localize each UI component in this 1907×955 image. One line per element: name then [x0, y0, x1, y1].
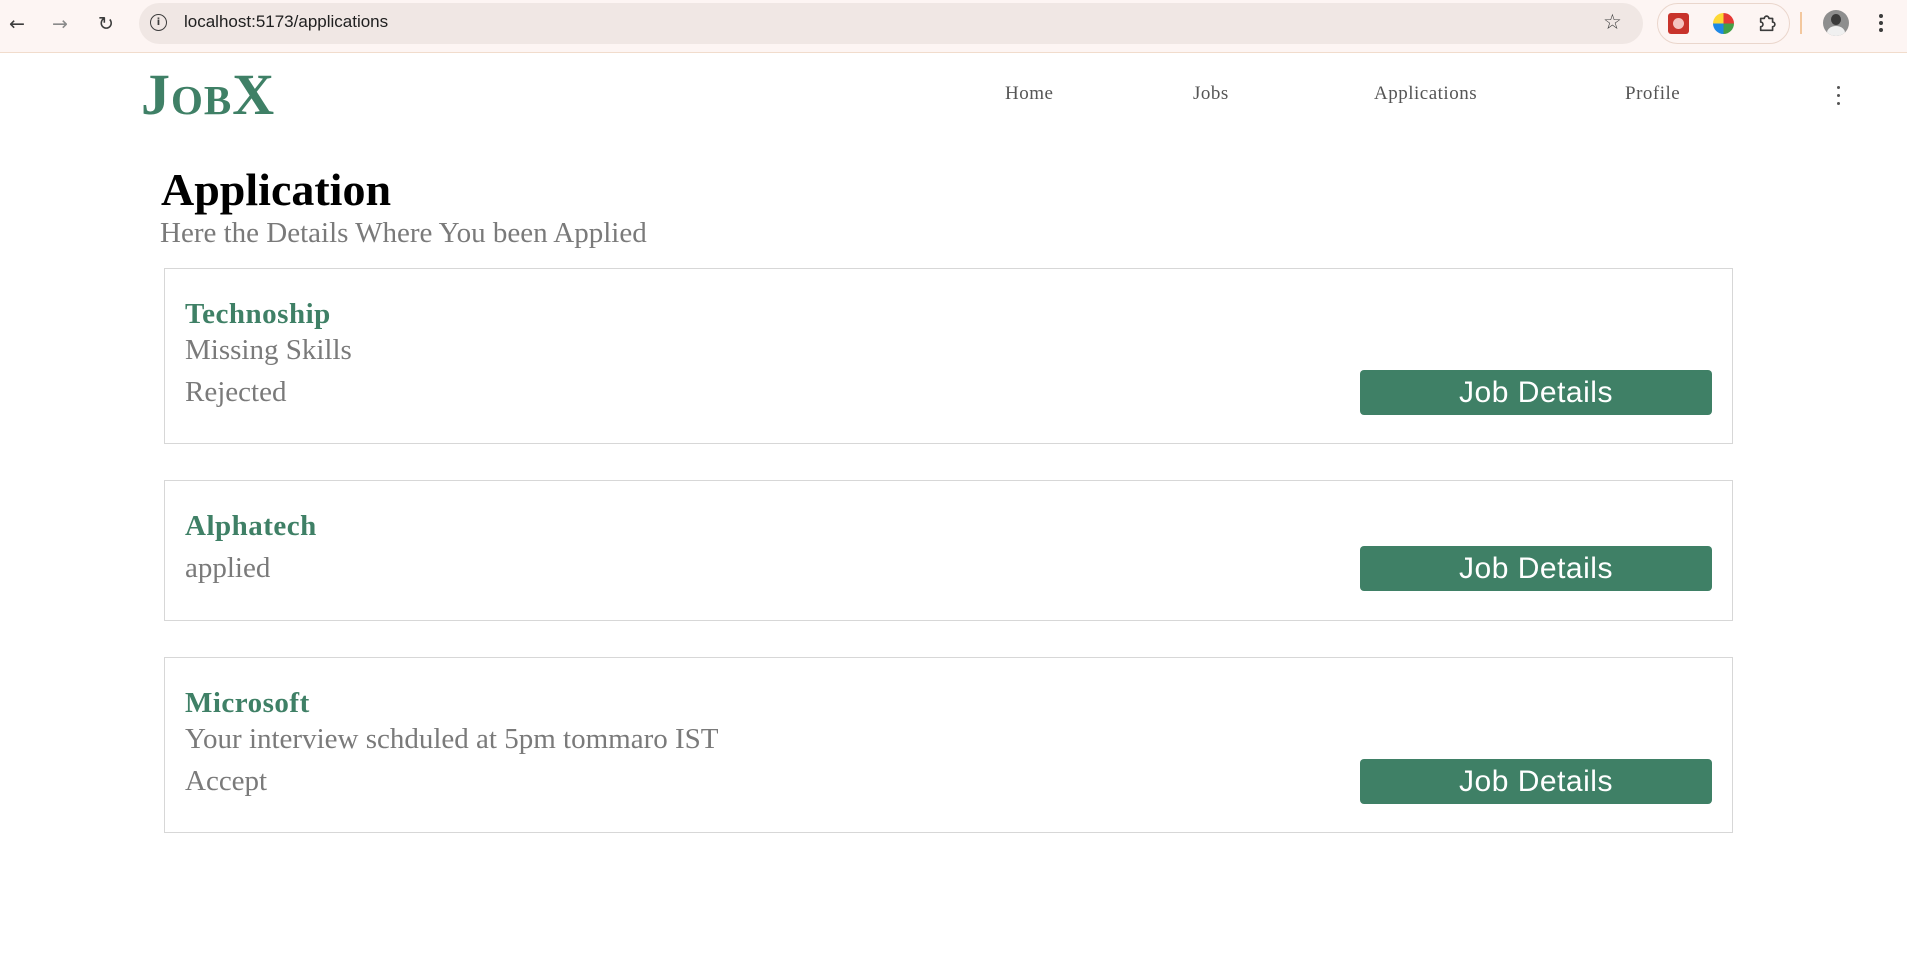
back-arrow-icon[interactable]: ←: [3, 10, 31, 38]
nav-link-profile[interactable]: Profile: [1625, 83, 1680, 105]
reload-icon[interactable]: ↻: [92, 10, 120, 38]
extension-red-icon[interactable]: [1668, 13, 1689, 34]
kebab-menu-icon[interactable]: [1872, 8, 1890, 38]
nav-link-applications[interactable]: Applications: [1374, 83, 1477, 105]
profile-avatar[interactable]: [1823, 10, 1849, 36]
job-details-button[interactable]: Job Details: [1360, 759, 1712, 804]
job-details-button[interactable]: Job Details: [1360, 370, 1712, 415]
info-icon[interactable]: i: [150, 14, 167, 31]
company-name: Technoship: [185, 298, 331, 330]
forward-arrow-icon[interactable]: →: [46, 10, 74, 38]
extension-color-wheel-icon[interactable]: [1713, 13, 1734, 34]
company-name: Alphatech: [185, 510, 317, 542]
application-card: Technoship Missing Skills Rejected Job D…: [164, 268, 1733, 444]
application-message: Missing Skills: [185, 334, 352, 366]
toolbar-divider: [1800, 12, 1802, 34]
application-status: applied: [185, 552, 271, 584]
page-subtitle: Here the Details Where You been Applied: [160, 217, 647, 249]
application-message: Your interview schduled at 5pm tommaro I…: [185, 723, 719, 755]
application-card: Microsoft Your interview schduled at 5pm…: [164, 657, 1733, 833]
company-name: Microsoft: [185, 687, 310, 719]
nav-link-home[interactable]: Home: [1005, 83, 1053, 105]
star-icon[interactable]: ☆: [1603, 10, 1622, 34]
application-card: Alphatech applied Job Details: [164, 480, 1733, 621]
nav-link-jobs[interactable]: Jobs: [1193, 83, 1229, 105]
browser-toolbar: ← → ↻ i localhost:5173/applications ☆: [0, 0, 1907, 53]
url-text[interactable]: localhost:5173/applications: [184, 12, 388, 32]
page-title: Application: [161, 164, 392, 215]
application-status: Rejected: [185, 376, 287, 408]
puzzle-icon[interactable]: [1757, 12, 1779, 34]
job-details-button[interactable]: Job Details: [1360, 546, 1712, 591]
application-status: Accept: [185, 765, 268, 797]
more-options-icon[interactable]: [1830, 80, 1846, 110]
app-logo[interactable]: JobX: [141, 62, 275, 128]
